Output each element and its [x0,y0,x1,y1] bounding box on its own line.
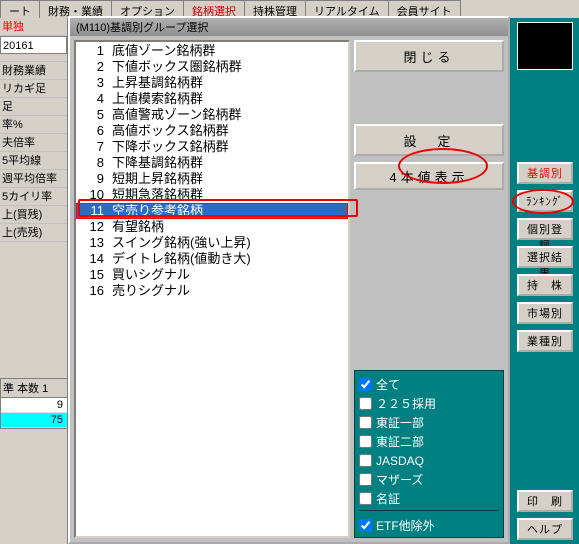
market-filter-group: 全て ２２５採用 東証一部 東証二部 JASDAQ マザーズ 名証 ETF他除外 [354,370,504,538]
table-row: 75 [1,413,67,428]
left-panel: 単独 20161 財務業績 リカギ足 足 率% 夫倍率 5平均線 週平均倍率 5… [0,18,68,544]
list-item[interactable]: 15買いシグナル [76,267,348,283]
left-table: 準 本数 1 9 75 [0,378,68,429]
ranking-button[interactable]: ﾗﾝｷﾝｸﾞ [517,190,573,212]
dialog-right-column: 閉じる 設 定 4本値表示 全て ２２５採用 東証一部 東証二部 JASDAQ … [354,40,504,538]
dialog-title: (M110)基調別グループ選択 [76,19,208,35]
chk-tse1[interactable]: 東証一部 [359,413,499,432]
list-item[interactable]: 8下降基調銘柄群 [76,155,348,171]
chk-225[interactable]: ２２５採用 [359,394,499,413]
left-label[interactable]: 財務業績 [0,62,67,80]
set-button[interactable]: 設 定 [354,124,504,156]
list-item[interactable]: 13スイング銘柄(強い上昇) [76,235,348,251]
left-label[interactable]: 5平均線 [0,152,67,170]
list-item[interactable]: 6高値ボックス銘柄群 [76,123,348,139]
list-item[interactable]: 1底値ゾーン銘柄群 [76,43,348,59]
left-label[interactable]: 5カイリ率 [0,188,67,206]
sector-button[interactable]: 業種別 [517,330,573,352]
left-label[interactable]: 週平均倍率 [0,170,67,188]
th: 準 [3,383,14,395]
list-item[interactable]: 5高値警戒ゾーン銘柄群 [76,107,348,123]
list-item[interactable]: 9短期上昇銘柄群 [76,171,348,187]
help-button[interactable]: ヘルプ [517,518,573,540]
date-field[interactable]: 20161 [0,36,67,54]
group-select-dialog: (M110)基調別グループ選択 1底値ゾーン銘柄群 2下値ボックス圏銘柄群 3上… [68,16,510,544]
market-button[interactable]: 市場別 [517,302,573,324]
list-item[interactable]: 4上値模索銘柄群 [76,91,348,107]
group-listbox[interactable]: 1底値ゾーン銘柄群 2下値ボックス圏銘柄群 3上昇基調銘柄群 4上値模索銘柄群 … [74,40,350,538]
list-item[interactable]: 7下降ボックス銘柄群 [76,139,348,155]
right-button-column: 基調別 ﾗﾝｷﾝｸﾞ 個別登録 選択結果 持 株 市場別 業種別 印 刷 ヘルプ [511,18,579,544]
chk-mothers[interactable]: マザーズ [359,470,499,489]
print-button[interactable]: 印 刷 [517,490,573,512]
table-header: 準 本数 1 [1,379,67,398]
list-item[interactable]: 3上昇基調銘柄群 [76,75,348,91]
tab-report[interactable]: ート [0,0,40,18]
lone-tab[interactable]: 単独 [0,18,67,36]
left-label[interactable]: 率% [0,116,67,134]
chk-jasdaq[interactable]: JASDAQ [359,451,499,470]
preview-box [517,22,573,70]
left-label[interactable]: リカギ足 [0,80,67,98]
left-label[interactable]: 上(売残) [0,224,67,242]
chk-meisho[interactable]: 名証 [359,489,499,508]
th: 本数 [17,383,39,395]
individual-button[interactable]: 個別登録 [517,218,573,240]
left-label[interactable]: 夫倍率 [0,134,67,152]
chk-all[interactable]: 全て [359,375,499,394]
table-row: 9 [1,398,67,413]
left-label[interactable]: 足 [0,98,67,116]
close-button[interactable]: 閉じる [354,40,504,72]
th: 1 [42,383,48,395]
list-item[interactable]: 12有望銘柄 [76,219,348,235]
chk-etf-exclude[interactable]: ETF他除外 [359,516,499,535]
list-item[interactable]: 16売りシグナル [76,283,348,299]
list-item[interactable]: 10短期急落銘柄群 [76,187,348,203]
list-item[interactable]: 2下値ボックス圏銘柄群 [76,59,348,75]
list-item-selected[interactable]: 11空売り参考銘柄 [76,203,348,219]
chk-tse2[interactable]: 東証二部 [359,432,499,451]
list-item[interactable]: 14デイトレ銘柄(値動き大) [76,251,348,267]
kicho-button[interactable]: 基調別 [517,162,573,184]
left-label[interactable]: 上(買残) [0,206,67,224]
hold-button[interactable]: 持 株 [517,274,573,296]
dialog-titlebar[interactable]: (M110)基調別グループ選択 [70,18,508,36]
ohlc-button[interactable]: 4本値表示 [354,162,504,190]
result-button[interactable]: 選択結果 [517,246,573,268]
